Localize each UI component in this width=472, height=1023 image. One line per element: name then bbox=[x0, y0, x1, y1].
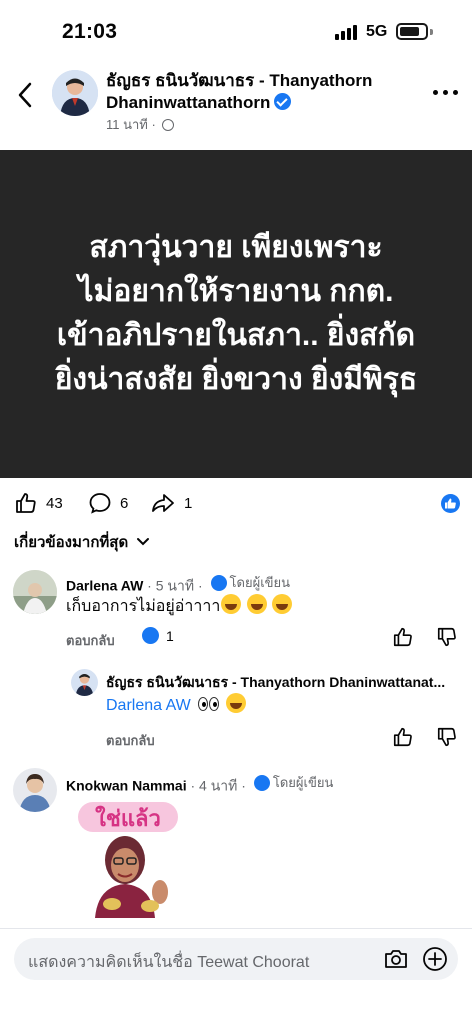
author-avatar[interactable] bbox=[52, 70, 98, 116]
post-text-line: สภาวุ่นวาย เพียงเพราะ bbox=[89, 231, 383, 264]
commenter-name[interactable]: Knokwan Nammai bbox=[66, 778, 187, 794]
reply-author-name[interactable]: ธัญธร ธนินวัฒนาธร - Thanyathorn Dhaninwa… bbox=[106, 672, 445, 694]
post-time: 11 นาที bbox=[106, 117, 148, 132]
add-circle-icon[interactable] bbox=[421, 945, 449, 973]
globe-icon bbox=[162, 119, 175, 131]
comment-input[interactable]: แสดงความคิดเห็นในชื่อ Teewat Choorat bbox=[14, 938, 458, 980]
back-button[interactable] bbox=[14, 80, 38, 110]
chevron-down-icon bbox=[137, 538, 150, 546]
commenter-name[interactable]: Darlena AW bbox=[66, 578, 143, 594]
share-button[interactable]: 1 bbox=[150, 490, 192, 516]
battery-icon bbox=[396, 23, 428, 40]
like-count: 43 bbox=[46, 494, 63, 512]
comment-bubble-icon bbox=[89, 493, 111, 514]
comment-composer: แสดงความคิดเห็นในชื่อ Teewat Choorat bbox=[0, 928, 472, 1023]
commenter-name-row: Knokwan Nammai · 4 นาที · โดยผู้เขียน bbox=[66, 772, 333, 798]
like-reaction-icon bbox=[142, 627, 159, 644]
post-text-line: ไม่อยากให้รายงาน กกต. bbox=[78, 275, 394, 308]
thumbs-up-icon bbox=[16, 493, 36, 513]
more-options-button[interactable] bbox=[433, 90, 459, 98]
comment-sort-dropdown[interactable]: เกี่ยวข้องมากที่สุด bbox=[14, 530, 150, 554]
grinning-emoji-icon bbox=[246, 594, 267, 614]
comment-button[interactable]: 6 bbox=[88, 490, 128, 516]
laughing-emoji-icon bbox=[225, 693, 246, 713]
post-header: ธัญธร ธนินวัฒนาธร - Thanyathorn Dhaninwa… bbox=[0, 62, 472, 142]
liked-by-author-badge: โดยผู้เขียน bbox=[207, 572, 290, 593]
sticker-image[interactable]: ใช่แล้ว bbox=[70, 800, 190, 918]
grinning-emoji-icon bbox=[221, 594, 242, 614]
commenter-avatar[interactable] bbox=[13, 570, 57, 614]
reply-button[interactable]: ตอบกลับ bbox=[66, 630, 115, 651]
status-bar: 21:03 5G bbox=[0, 0, 472, 60]
sort-label: เกี่ยวข้องมากที่สุด bbox=[14, 534, 129, 551]
like-reaction-icon[interactable] bbox=[441, 494, 460, 513]
camera-icon[interactable] bbox=[383, 946, 409, 972]
mention-link[interactable]: Darlena AW bbox=[106, 697, 191, 714]
reply-button[interactable]: ตอบกลับ bbox=[106, 730, 155, 751]
post-meta: 11 นาที · bbox=[106, 114, 175, 135]
reaction-bar: 43 6 1 bbox=[0, 484, 472, 524]
comment-like-count[interactable]: 1 bbox=[142, 627, 174, 644]
comment-time: 4 นาที bbox=[199, 777, 238, 794]
share-arrow-icon bbox=[152, 494, 174, 512]
signal-icon bbox=[335, 24, 359, 40]
liked-by-author-badge: โดยผู้เขียน bbox=[250, 772, 333, 793]
sticker-text: ใช่แล้ว bbox=[95, 805, 161, 832]
eyes-emoji-icon bbox=[198, 697, 220, 711]
network-type: 5G bbox=[366, 23, 388, 40]
reply-text: Darlena AW bbox=[106, 693, 246, 715]
comment-count: 6 bbox=[120, 494, 129, 512]
share-count: 1 bbox=[184, 494, 193, 512]
author-name-line2: Dhaninwattanathorn bbox=[106, 93, 271, 112]
like-icon bbox=[210, 574, 227, 591]
comment-input-placeholder: แสดงความคิดเห็นในชื่อ Teewat Choorat bbox=[28, 954, 310, 971]
chevron-left-icon bbox=[18, 82, 32, 108]
reply-author-avatar[interactable] bbox=[71, 669, 98, 696]
post-text-line: ยิ่งน่าสงสัย ยิ่งขวาง ยิ่งมีพิรุธ bbox=[54, 363, 418, 396]
thumbs-down-icon[interactable] bbox=[436, 626, 458, 648]
commenter-avatar[interactable] bbox=[13, 768, 57, 812]
comment-text: เก็บอาการไม่อยู่อ่าาาา bbox=[66, 594, 293, 619]
comment-time: 5 นาที bbox=[155, 577, 195, 594]
thumbs-down-icon[interactable] bbox=[436, 726, 458, 748]
author-name-line1: ธัญธร ธนินวัฒนาธร - Thanyathorn bbox=[106, 71, 373, 90]
like-button[interactable]: 43 bbox=[14, 490, 63, 516]
post-text-card: สภาวุ่นวาย เพียงเพราะ ไม่อยากให้รายงาน ก… bbox=[0, 150, 472, 478]
verified-badge-icon bbox=[274, 93, 292, 110]
author-name[interactable]: ธัญธร ธนินวัฒนาธร - Thanyathorn Dhaninwa… bbox=[106, 70, 406, 114]
like-icon bbox=[253, 774, 270, 791]
post-text: สภาวุ่นวาย เพียงเพราะ ไม่อยากให้รายงาน ก… bbox=[36, 226, 436, 402]
post-text-line: เข้าอภิปรายในสภา.. ยิ่งสกัด bbox=[56, 319, 416, 352]
grinning-emoji-icon bbox=[272, 594, 293, 614]
thumbs-up-icon[interactable] bbox=[392, 626, 414, 648]
thumbs-up-icon[interactable] bbox=[392, 726, 414, 748]
status-time: 21:03 bbox=[62, 20, 118, 43]
